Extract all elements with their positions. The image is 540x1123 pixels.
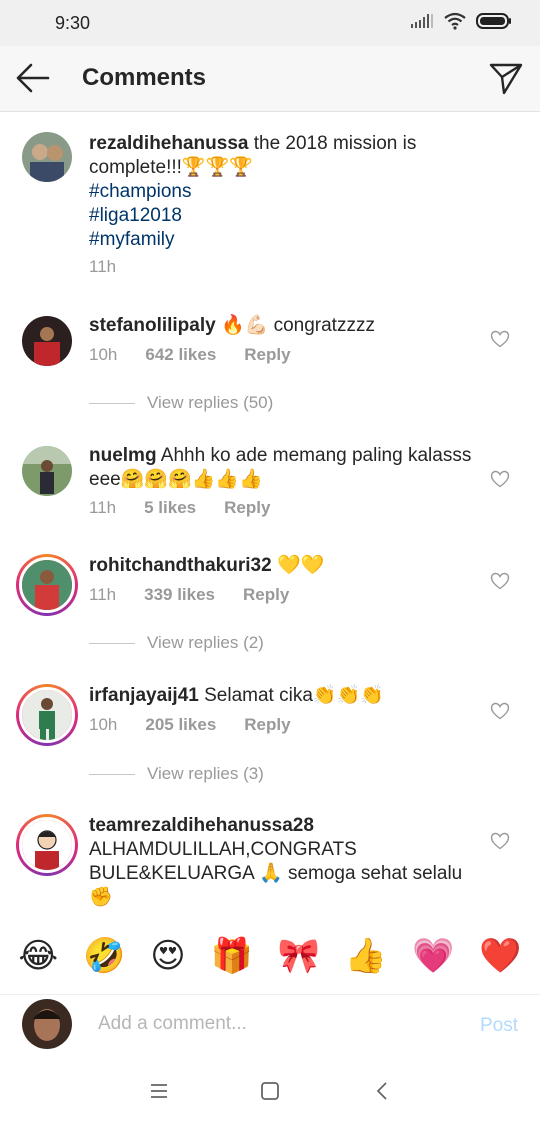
comment-meta: 11h 339 likes Reply <box>89 585 289 605</box>
comment-text: rohitchandthakuri32 💛💛 <box>89 554 479 578</box>
replies-divider <box>89 773 135 775</box>
hashtag-link[interactable]: #liga12018 <box>89 204 479 228</box>
timestamp: 11h <box>89 257 117 276</box>
view-replies-button[interactable]: View replies (3) <box>89 764 264 784</box>
comment-username[interactable]: irfanjayaij41 <box>89 685 199 706</box>
caption-username[interactable]: rezaldihehanussa <box>89 133 248 154</box>
view-replies-button[interactable]: View replies (2) <box>89 633 264 653</box>
reply-button[interactable]: Reply <box>224 498 270 518</box>
emoji-button[interactable]: 🤣 <box>83 936 125 976</box>
back-icon[interactable] <box>370 1078 396 1104</box>
comment-username[interactable]: nuelmg <box>89 445 157 466</box>
comment-username[interactable]: rohitchandthakuri32 <box>89 555 272 576</box>
avatar-image <box>22 132 72 182</box>
like-count[interactable]: 339 likes <box>144 585 215 605</box>
comment-text: teamrezaldihehanussa28 ALHAMDULILLAH,CON… <box>89 814 479 910</box>
status-bar: 9:30 <box>0 0 540 46</box>
like-heart-icon[interactable] <box>490 330 510 348</box>
comments-list: rezaldihehanussa the 2018 mission is com… <box>0 112 540 918</box>
post-button[interactable]: Post <box>480 1015 518 1037</box>
app-bar: Comments <box>0 46 540 112</box>
reply-button[interactable]: Reply <box>243 585 289 605</box>
story-ring <box>16 684 78 746</box>
caption-meta: 11h <box>89 257 116 277</box>
comment-username[interactable]: teamrezaldihehanussa28 <box>89 815 314 836</box>
comment-text: stefanolilipaly 🔥💪🏻 congratzzzz <box>89 314 479 338</box>
view-replies-label: View replies (3) <box>147 764 264 783</box>
comment-meta: 10h 205 likes Reply <box>89 715 291 735</box>
avatar-image <box>22 316 72 366</box>
caption-text: rezaldihehanussa the 2018 mission is com… <box>89 132 479 252</box>
reply-button[interactable]: Reply <box>244 715 290 735</box>
timestamp: 10h <box>89 345 118 364</box>
avatar[interactable] <box>22 316 74 368</box>
like-heart-icon[interactable] <box>490 470 510 488</box>
my-avatar <box>22 999 72 1049</box>
emoji-button[interactable]: 👍 <box>345 936 387 976</box>
comment-meta: 11h 5 likes Reply <box>89 498 270 518</box>
replies-divider <box>89 402 135 404</box>
like-heart-icon[interactable] <box>490 702 510 720</box>
comment-body: 💛💛 <box>276 555 325 576</box>
page-title: Comments <box>82 64 207 91</box>
signal-icon <box>411 14 433 28</box>
emoji-button[interactable]: 😂 <box>18 936 58 976</box>
like-heart-icon[interactable] <box>490 832 510 850</box>
timestamp: 10h <box>89 715 118 734</box>
comment-username[interactable]: stefanolilipaly <box>89 315 216 336</box>
like-count[interactable]: 205 likes <box>145 715 216 735</box>
story-ring <box>16 814 78 876</box>
comment-input[interactable] <box>98 1013 458 1035</box>
replies-divider <box>89 642 135 644</box>
menu-icon[interactable] <box>146 1078 172 1104</box>
hashtag-link[interactable]: #myfamily <box>89 228 479 252</box>
timestamp: 11h <box>89 585 117 604</box>
system-nav-bar <box>0 1056 540 1123</box>
reply-button[interactable]: Reply <box>244 345 290 365</box>
timestamp: 11h <box>89 498 117 517</box>
avatar[interactable] <box>16 554 78 616</box>
view-replies-label: View replies (2) <box>147 633 264 652</box>
home-icon[interactable] <box>257 1078 283 1104</box>
avatar[interactable] <box>16 684 78 746</box>
comment-text: irfanjayaij41 Selamat cika👏👏👏 <box>89 684 479 708</box>
view-replies-button[interactable]: View replies (50) <box>89 393 273 413</box>
avatar[interactable] <box>22 446 74 498</box>
emoji-button[interactable]: 🎁 <box>210 936 252 976</box>
avatar[interactable] <box>16 814 78 876</box>
comment-body: Selamat cika👏👏👏 <box>204 685 384 706</box>
avatar-image <box>19 557 75 613</box>
like-heart-icon[interactable] <box>490 572 510 590</box>
wifi-icon <box>444 12 466 30</box>
comment-body: ALHAMDULILLAH,CONGRATS BULE&KELUARGA 🙏 s… <box>89 839 463 908</box>
direct-send-icon[interactable] <box>488 60 524 96</box>
avatar[interactable] <box>22 132 74 184</box>
status-icons <box>410 12 512 30</box>
story-ring <box>16 554 78 616</box>
status-time: 9:30 <box>55 13 91 33</box>
avatar-image <box>22 446 72 496</box>
emoji-button[interactable]: 💗 <box>412 936 454 976</box>
comment-text: nuelmg Ahhh ko ade memang paling kalasss… <box>89 444 479 492</box>
emoji-button[interactable]: 😍 <box>150 936 185 976</box>
comment-composer: Post <box>0 994 540 1056</box>
emoji-bar: 😂 🤣 😍 🎁 🎀 👍 💗 ❤️ <box>0 918 540 994</box>
avatar-image <box>19 817 75 873</box>
comment-body: 🔥💪🏻 congratzzzz <box>220 315 375 336</box>
avatar-image <box>19 687 75 743</box>
view-replies-label: View replies (50) <box>147 393 274 412</box>
like-count[interactable]: 5 likes <box>144 498 196 518</box>
battery-icon <box>476 13 511 29</box>
comment-meta: 10h 642 likes Reply <box>89 345 291 365</box>
emoji-button[interactable]: 🎀 <box>278 936 320 976</box>
emoji-button[interactable]: ❤️ <box>479 936 521 976</box>
like-count[interactable]: 642 likes <box>145 345 216 365</box>
hashtag-link[interactable]: #champions <box>89 180 479 204</box>
back-arrow-icon[interactable] <box>12 60 52 96</box>
